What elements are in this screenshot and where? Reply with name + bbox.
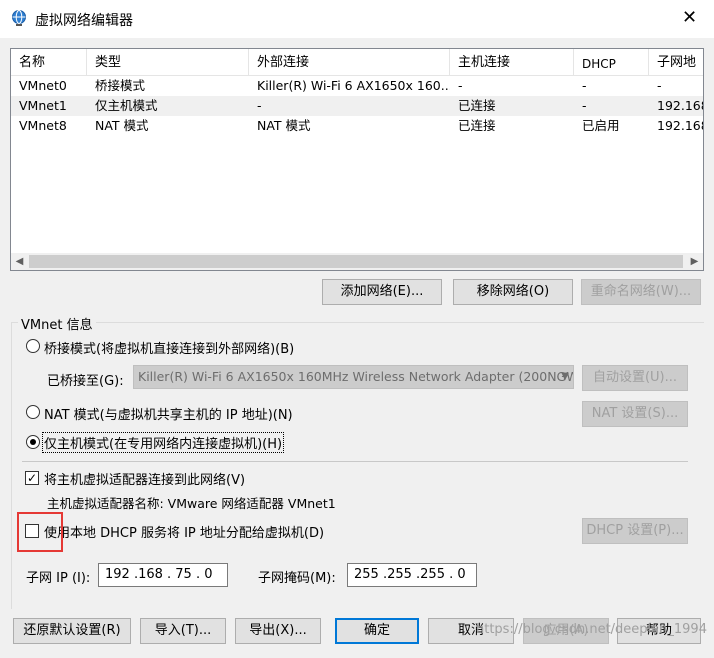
column-subnet[interactable]: 子网地 <box>649 49 703 75</box>
table-row[interactable]: VMnet1 仅主机模式 - 已连接 - 192.168 <box>11 96 704 116</box>
cell: - <box>257 98 262 113</box>
scroll-thumb[interactable] <box>29 255 683 268</box>
ok-button[interactable]: 确定 <box>335 618 419 644</box>
cell: NAT 模式 <box>95 118 149 133</box>
cell: VMnet0 <box>19 78 67 93</box>
cell: VMnet8 <box>19 118 67 133</box>
connect-adapter-label[interactable]: 将主机虚拟适配器连接到此网络(V) <box>44 469 245 488</box>
subnet-mask-label: 子网掩码(M): <box>258 571 336 586</box>
restore-defaults-button[interactable]: 还原默认设置(R) <box>13 618 131 644</box>
bridged-adapter-value: Killer(R) Wi-Fi 6 AX1650x 160MHz Wireles… <box>138 369 574 384</box>
scroll-right-icon[interactable]: ▶ <box>686 253 703 270</box>
adapter-name-text: 主机虚拟适配器名称: VMware 网络适配器 VMnet1 <box>47 496 336 511</box>
nat-radio[interactable] <box>26 405 40 419</box>
host-only-radio[interactable] <box>26 435 40 449</box>
network-globe-icon <box>12 10 26 26</box>
add-network-button[interactable]: 添加网络(E)... <box>322 279 442 305</box>
column-type[interactable]: 类型 <box>87 49 249 75</box>
chevron-down-icon: ▼ <box>561 371 569 382</box>
column-external[interactable]: 外部连接 <box>249 49 450 75</box>
subnet-mask-field[interactable]: 255 .255 .255 . 0 <box>347 563 477 587</box>
rename-network-button[interactable]: 重命名网络(W)... <box>581 279 701 305</box>
table-row[interactable]: VMnet8 NAT 模式 NAT 模式 已连接 已启用 192.168 <box>11 116 704 136</box>
highlight-box <box>17 512 63 552</box>
column-host[interactable]: 主机连接 <box>450 49 574 75</box>
vmnet-info-label: VMnet 信息 <box>18 314 96 333</box>
cell: 192.168 <box>657 98 704 113</box>
bridged-radio[interactable] <box>26 339 40 353</box>
subnet-ip-label: 子网 IP (I): <box>26 571 91 586</box>
cell: - <box>582 98 587 113</box>
network-list[interactable]: 名称 类型 外部连接 主机连接 DHCP 子网地 VMnet0 桥接模式 Kil… <box>10 48 704 271</box>
column-dhcp[interactable]: DHCP <box>574 49 649 75</box>
import-button[interactable]: 导入(T)... <box>140 618 226 644</box>
auto-settings-button[interactable]: 自动设置(U)... <box>582 365 688 391</box>
column-name[interactable]: 名称 <box>11 49 87 75</box>
horizontal-scrollbar[interactable]: ◀ ▶ <box>11 253 703 270</box>
table-row[interactable]: VMnet0 桥接模式 Killer(R) Wi-Fi 6 AX1650x 16… <box>11 76 703 96</box>
cell: 已连接 <box>458 118 496 133</box>
remove-network-button[interactable]: 移除网络(O) <box>453 279 573 305</box>
cell: NAT 模式 <box>257 118 311 133</box>
host-only-label[interactable]: 仅主机模式(在专用网络内连接虚拟机)(H) <box>42 432 285 453</box>
cell: - <box>657 78 662 93</box>
cell: 仅主机模式 <box>95 98 158 113</box>
subnet-ip-field[interactable]: 192 .168 . 75 . 0 <box>98 563 228 587</box>
cell: 桥接模式 <box>95 78 146 93</box>
connect-adapter-checkbox[interactable]: ✓ <box>25 471 39 485</box>
cell: Killer(R) Wi-Fi 6 AX1650x 160... <box>257 78 450 93</box>
watermark: https://blog.csdn.net/deeplan_1994 <box>476 622 707 637</box>
nat-settings-button[interactable]: NAT 设置(S)... <box>582 401 688 427</box>
nat-label[interactable]: NAT 模式(与虚拟机共享主机的 IP 地址)(N) <box>44 404 293 423</box>
cell: VMnet1 <box>19 98 67 113</box>
close-icon[interactable]: ✕ <box>682 7 697 28</box>
bridged-label[interactable]: 桥接模式(将虚拟机直接连接到外部网络)(B) <box>44 338 294 357</box>
bridged-to-label: 已桥接至(G): <box>47 374 124 389</box>
cell: 192.168 <box>657 118 704 133</box>
scroll-left-icon[interactable]: ◀ <box>11 253 28 270</box>
dhcp-label[interactable]: 使用本地 DHCP 服务将 IP 地址分配给虚拟机(D) <box>44 522 324 541</box>
dhcp-settings-button[interactable]: DHCP 设置(P)... <box>582 518 688 544</box>
cell: 已连接 <box>458 98 496 113</box>
list-header: 名称 类型 外部连接 主机连接 DHCP 子网地 <box>11 49 703 76</box>
cell: - <box>458 78 463 93</box>
window-title: 虚拟网络编辑器 <box>35 13 133 29</box>
cell: 已启用 <box>582 118 620 133</box>
divider <box>22 461 688 462</box>
cell: - <box>582 78 587 93</box>
bridged-adapter-select[interactable]: Killer(R) Wi-Fi 6 AX1650x 160MHz Wireles… <box>133 365 574 389</box>
export-button[interactable]: 导出(X)... <box>235 618 321 644</box>
